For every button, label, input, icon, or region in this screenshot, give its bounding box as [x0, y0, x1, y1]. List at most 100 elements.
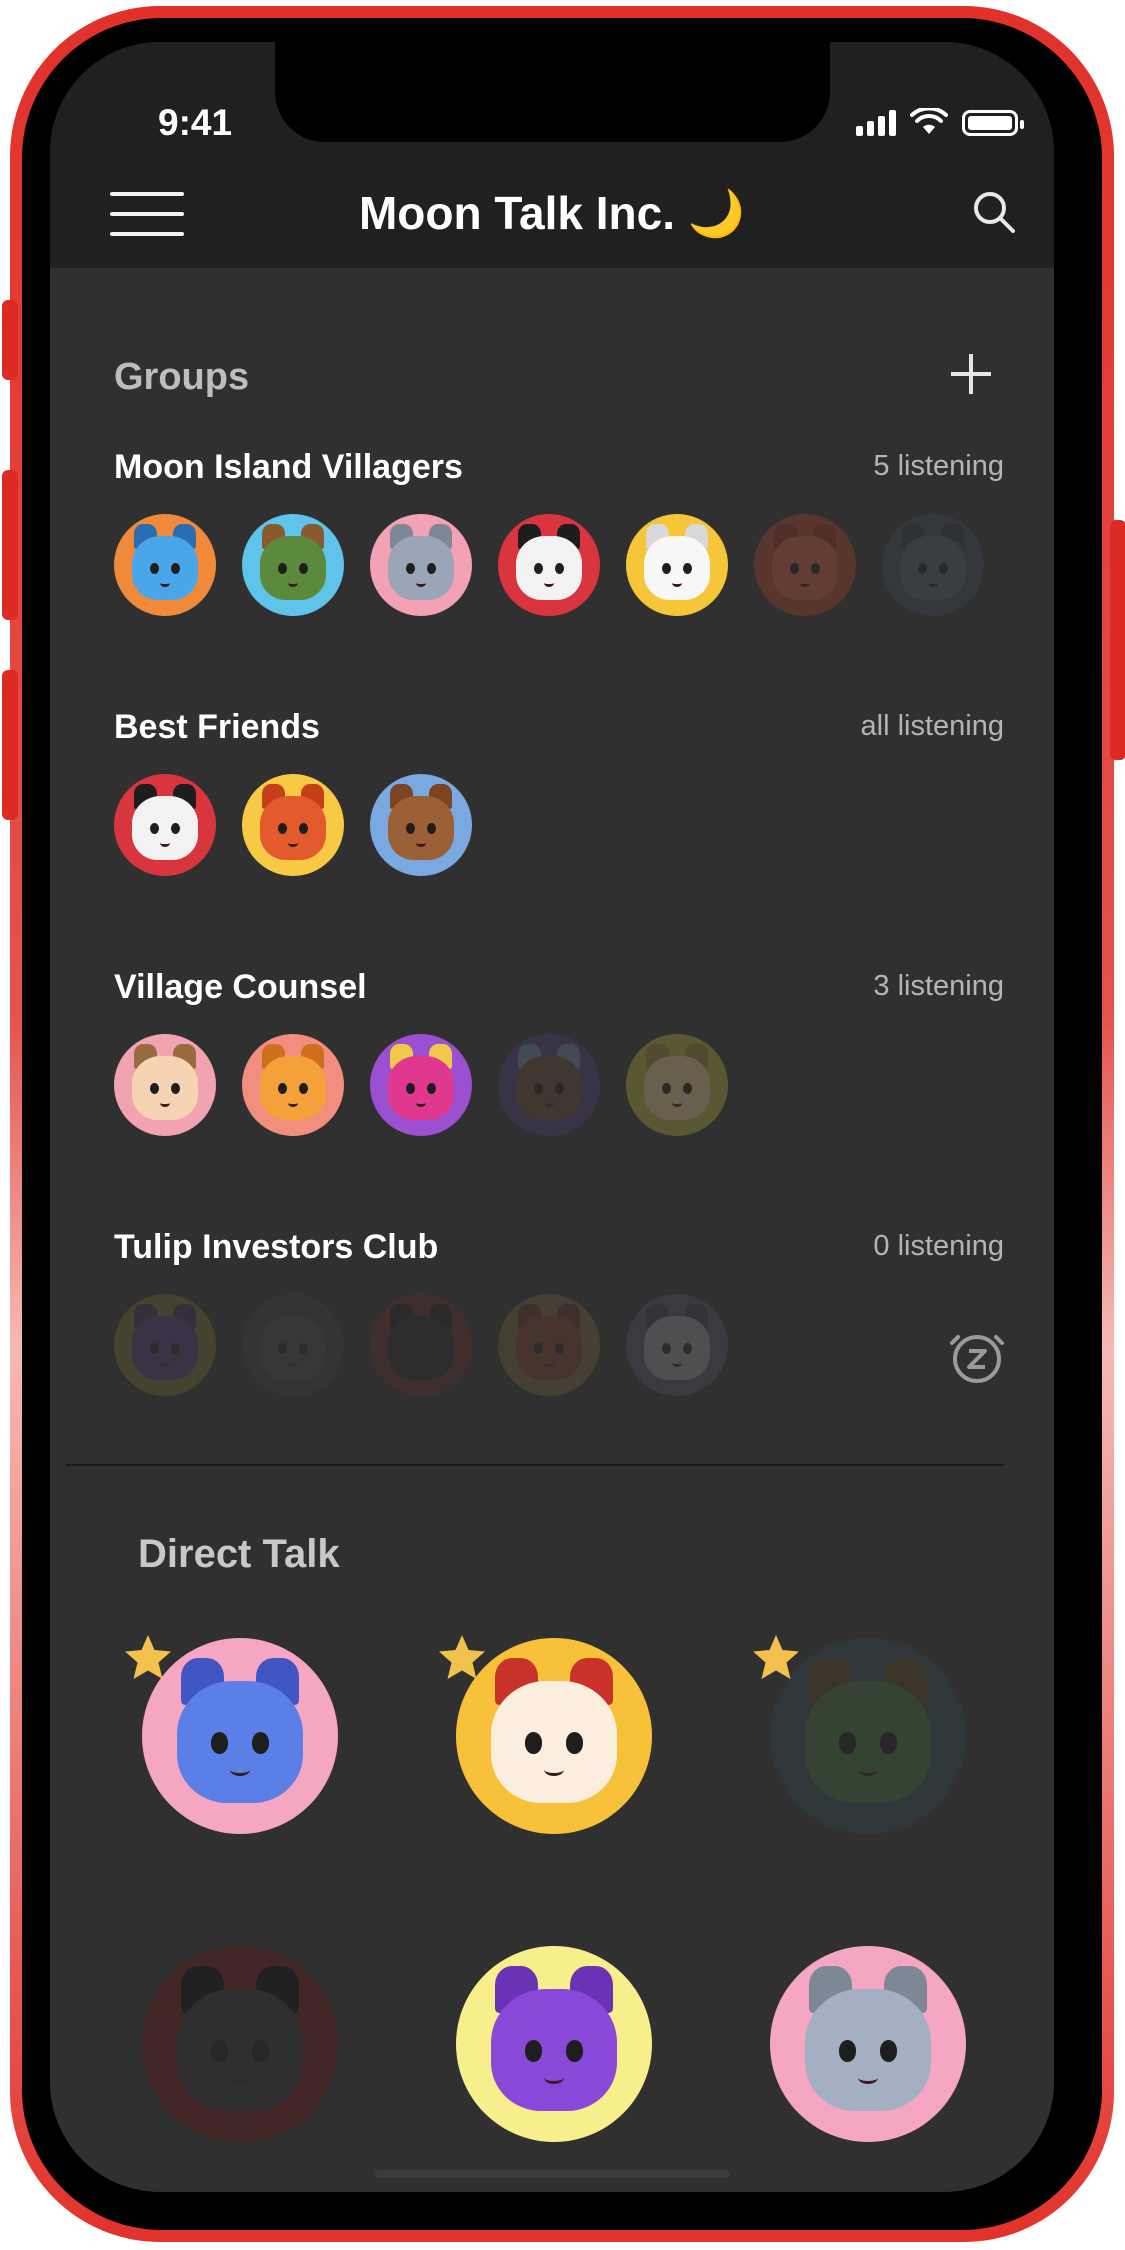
- member-avatar[interactable]: [242, 1294, 344, 1396]
- avatar-eye: [533, 1082, 543, 1095]
- group-member-avatars: [114, 774, 472, 876]
- app-screen: 9:41 Moon Talk Inc. 🌙 Groups Moon Island…: [50, 42, 1054, 2192]
- member-avatar[interactable]: [242, 774, 344, 876]
- member-avatar[interactable]: [626, 1294, 728, 1396]
- avatar-eye: [524, 2040, 543, 2062]
- avatar-eye: [879, 2040, 898, 2062]
- avatar-eye: [661, 1342, 671, 1355]
- avatar-face: [177, 1989, 303, 2111]
- member-avatar[interactable]: [242, 514, 344, 616]
- notch: [275, 42, 830, 142]
- group-member-avatars: [114, 514, 984, 616]
- avatar-mouth: [858, 2071, 878, 2085]
- group-card[interactable]: Moon Island Villagers 5 listening: [114, 448, 1004, 638]
- avatar-eye: [251, 1732, 270, 1754]
- member-avatar[interactable]: [242, 1034, 344, 1136]
- avatar-face: [805, 1681, 931, 1803]
- phone-power-button: [1110, 520, 1125, 760]
- group-card[interactable]: Village Counsel 3 listening: [114, 968, 1004, 1158]
- avatar-eye: [533, 1342, 543, 1355]
- group-card[interactable]: Best Friends all listening: [114, 708, 1004, 898]
- member-avatar[interactable]: [498, 1034, 600, 1136]
- avatar-face: [132, 1056, 198, 1120]
- avatar-face: [260, 1316, 326, 1380]
- member-avatar[interactable]: [114, 514, 216, 616]
- group-listening-count: 0 listening: [873, 1230, 1004, 1262]
- avatar-mouth: [230, 1763, 250, 1777]
- group-member-avatars: [114, 1294, 728, 1396]
- avatar-eye: [210, 2040, 229, 2062]
- member-avatar[interactable]: [370, 1294, 472, 1396]
- avatar-eye: [277, 1082, 287, 1095]
- avatar-eye: [405, 562, 415, 575]
- group-listening-count: 5 listening: [873, 450, 1004, 482]
- favorite-star-icon[interactable]: [436, 1632, 488, 1684]
- avatar-eye: [661, 1082, 671, 1095]
- section-divider: [66, 1464, 1004, 1466]
- avatar-face: [644, 1056, 710, 1120]
- avatar-face: [260, 536, 326, 600]
- avatar-mouth: [858, 1763, 878, 1777]
- avatar-face: [516, 1056, 582, 1120]
- member-avatar[interactable]: [626, 514, 728, 616]
- member-avatar[interactable]: [114, 774, 216, 876]
- avatar-face: [132, 1316, 198, 1380]
- group-name: Moon Island Villagers: [114, 448, 463, 486]
- direct-talk-avatar[interactable]: [142, 1946, 338, 2142]
- member-avatar[interactable]: [114, 1034, 216, 1136]
- direct-talk-avatar[interactable]: [456, 1946, 652, 2142]
- avatar-eye: [565, 1732, 584, 1754]
- search-icon[interactable]: [970, 188, 1018, 236]
- avatar-eye: [661, 562, 671, 575]
- direct-talk-avatar[interactable]: [770, 1946, 966, 2142]
- member-avatar[interactable]: [754, 514, 856, 616]
- avatar-face: [132, 796, 198, 860]
- avatar-face: [644, 536, 710, 600]
- avatar-face: [805, 1989, 931, 2111]
- group-card[interactable]: Tulip Investors Club 0 listening: [114, 1228, 1004, 1418]
- phone-volume-up-button: [2, 470, 18, 620]
- avatar-face: [516, 1316, 582, 1380]
- battery-icon: [962, 110, 1024, 136]
- member-avatar[interactable]: [498, 1294, 600, 1396]
- avatar-face: [388, 536, 454, 600]
- avatar-mouth: [544, 1763, 564, 1777]
- group-name: Village Counsel: [114, 968, 367, 1006]
- avatar-mouth: [230, 2071, 250, 2085]
- favorite-star-icon[interactable]: [750, 1632, 802, 1684]
- avatar-face: [516, 536, 582, 600]
- phone-volume-down-button: [2, 670, 18, 820]
- moon-icon: 🌙: [687, 187, 746, 239]
- direct-talk-title: Direct Talk: [138, 1532, 340, 1576]
- favorite-star-icon[interactable]: [122, 1632, 174, 1684]
- avatar-face: [491, 1989, 617, 2111]
- member-avatar[interactable]: [370, 774, 472, 876]
- app-title: Moon Talk Inc. 🌙: [50, 186, 1054, 241]
- avatar-eye: [149, 562, 159, 575]
- avatar-eye: [405, 1082, 415, 1095]
- member-avatar[interactable]: [114, 1294, 216, 1396]
- member-avatar[interactable]: [882, 514, 984, 616]
- avatar-face: [132, 536, 198, 600]
- avatar-eye: [789, 562, 799, 575]
- member-avatar[interactable]: [370, 514, 472, 616]
- wifi-icon: [910, 108, 948, 134]
- avatar-face: [772, 536, 838, 600]
- avatar-face: [644, 1316, 710, 1380]
- add-group-icon[interactable]: [943, 346, 999, 402]
- group-name: Best Friends: [114, 708, 320, 746]
- group-name: Tulip Investors Club: [114, 1228, 439, 1266]
- avatar-eye: [838, 2040, 857, 2062]
- avatar-eye: [251, 2040, 270, 2062]
- avatar-face: [260, 1056, 326, 1120]
- member-avatar[interactable]: [498, 514, 600, 616]
- avatar-eye: [565, 2040, 584, 2062]
- avatar-mouth: [544, 2071, 564, 2085]
- member-avatar[interactable]: [626, 1034, 728, 1136]
- avatar-eye: [210, 1732, 229, 1754]
- member-avatar[interactable]: [370, 1034, 472, 1136]
- avatar-face: [388, 796, 454, 860]
- avatar-eye: [879, 1732, 898, 1754]
- avatar-face: [177, 1681, 303, 1803]
- snooze-alarm-icon[interactable]: [948, 1328, 1006, 1386]
